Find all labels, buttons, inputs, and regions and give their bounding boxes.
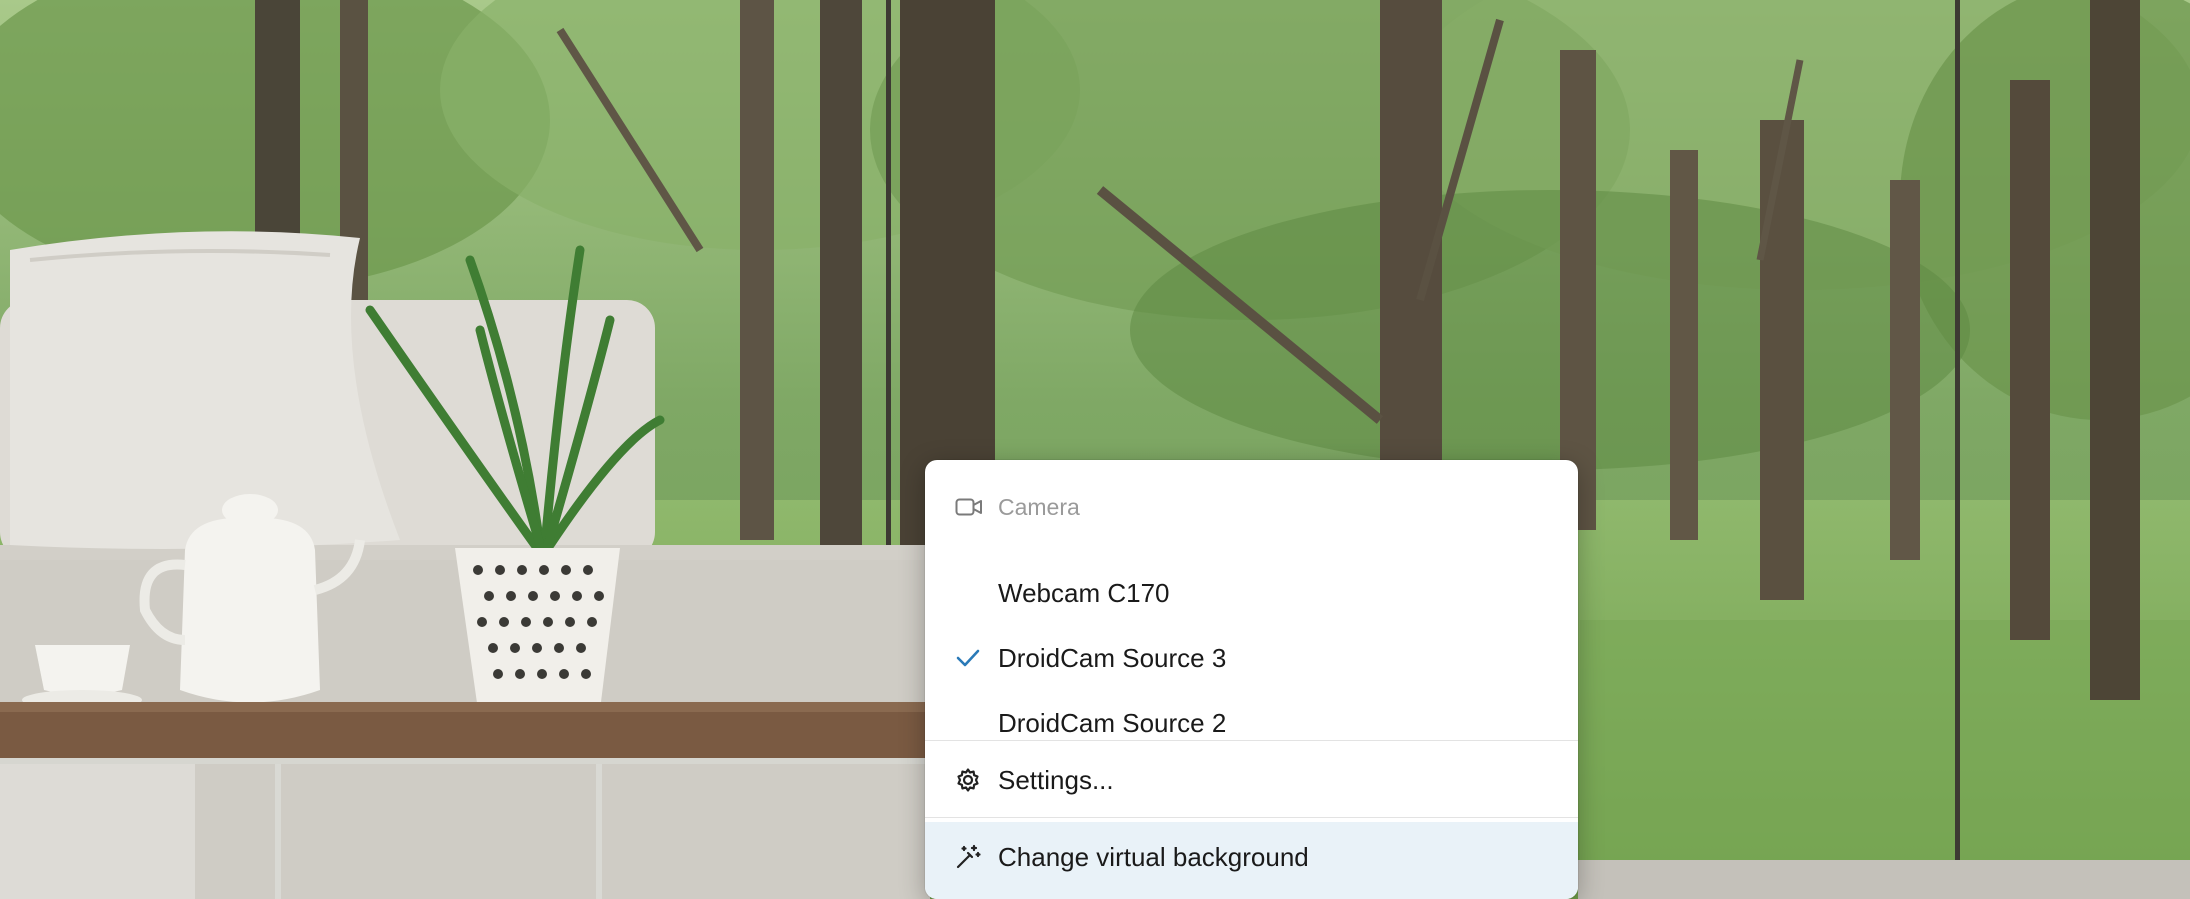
magic-wand-icon <box>956 844 981 869</box>
camera-option-label: DroidCam Source 2 <box>998 708 1227 738</box>
gear-icon <box>957 768 979 792</box>
camera-option-label: DroidCam Source 3 <box>998 643 1227 673</box>
camera-preview: Camera Webcam C170 DroidCam Source 3 Dro… <box>0 0 2190 899</box>
change-virtual-background-label: Change virtual background <box>998 842 1309 872</box>
camera-option-droidcam-source-3[interactable]: DroidCam Source 3 <box>925 625 1578 689</box>
menu-header-label: Camera <box>998 494 1080 520</box>
camera-option-droidcam-source-2[interactable]: DroidCam Source 2 <box>925 690 1578 754</box>
menu-header-camera: Camera <box>925 460 1578 548</box>
settings-menu-label: Settings... <box>998 765 1114 795</box>
camera-option-webcam-c170[interactable]: Webcam C170 <box>925 560 1578 624</box>
camera-option-label: Webcam C170 <box>998 578 1170 608</box>
checkmark-icon <box>956 649 980 667</box>
settings-menu-item[interactable]: Settings... <box>925 747 1578 811</box>
change-virtual-background-menu-item[interactable]: Change virtual background <box>925 822 1578 899</box>
menu-divider <box>925 817 1578 818</box>
camera-context-menu: Camera Webcam C170 DroidCam Source 3 Dro… <box>925 460 1578 899</box>
menu-divider <box>925 740 1578 741</box>
video-camera-icon <box>955 498 982 516</box>
